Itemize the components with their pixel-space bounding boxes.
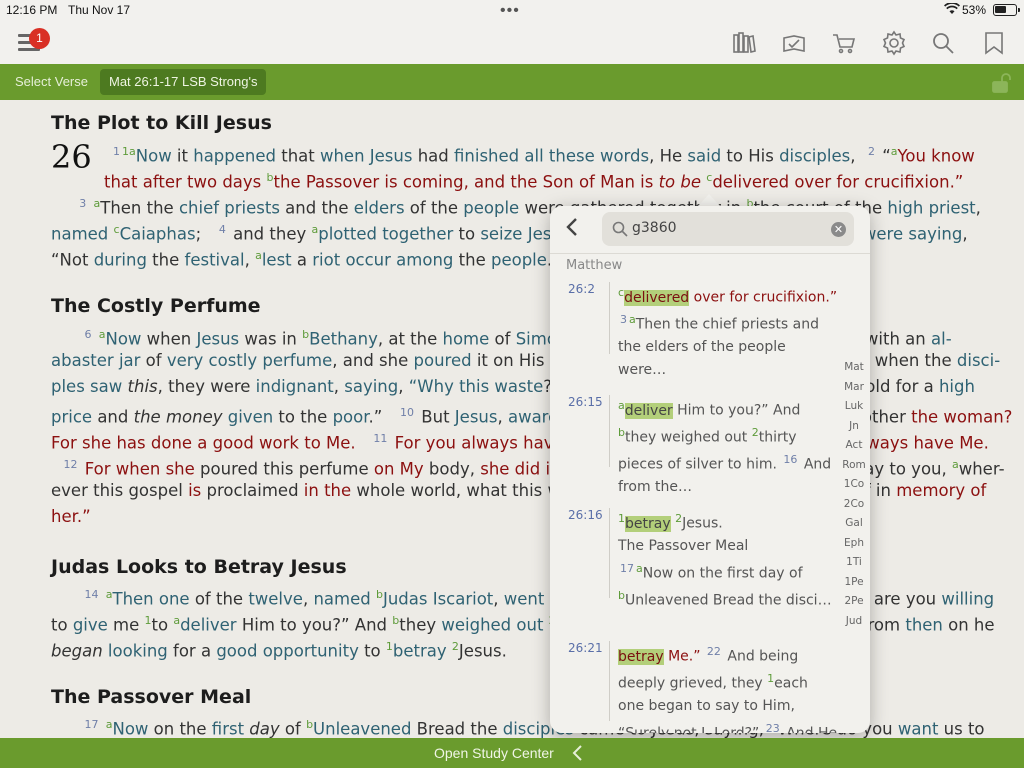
- reading-plan-icon[interactable]: [781, 30, 807, 56]
- chevron-left-icon[interactable]: [571, 743, 583, 763]
- back-icon[interactable]: [564, 216, 580, 238]
- index-item[interactable]: 2Co: [838, 495, 870, 515]
- index-item[interactable]: Jn: [838, 417, 870, 437]
- search-field[interactable]: g3860 ✕: [602, 212, 854, 246]
- section-heading: The Passover Meal: [51, 686, 252, 708]
- index-item[interactable]: Mat: [838, 358, 870, 378]
- section-heading: Judas Looks to Betray Jesus: [51, 556, 347, 578]
- section-heading: The Plot to Kill Jesus: [51, 112, 272, 134]
- search-popover: g3860 ✕ Matthew 26:2 cdelivered over for…: [550, 206, 870, 733]
- status-bar: 12:16 PM Thu Nov 17 ••• 53%: [0, 0, 1024, 22]
- result-text[interactable]: adeliver Him to you?” And bthey weighed …: [618, 395, 838, 499]
- result-text[interactable]: 1betray 2Jesus. The Passover Meal 17 aNow o…: [618, 508, 838, 612]
- notification-badge: 1: [29, 28, 50, 49]
- index-item[interactable]: 1Co: [838, 475, 870, 495]
- result-text[interactable]: betray Me.” 22 And being deeply grieved,…: [618, 641, 838, 733]
- index-item[interactable]: 1Pe: [838, 573, 870, 593]
- status-date: Thu Nov 17: [68, 3, 131, 17]
- select-verse-button[interactable]: Select Verse: [15, 74, 88, 89]
- search-icon[interactable]: [930, 30, 956, 56]
- result-book-label: Matthew: [566, 258, 623, 273]
- index-item[interactable]: Gal: [838, 514, 870, 534]
- wifi-icon: [943, 2, 961, 18]
- passage-reference[interactable]: Mat 26:1-17 LSB Strong's: [100, 69, 267, 95]
- section-heading: The Costly Perfume: [51, 295, 261, 317]
- lock-icon[interactable]: [990, 72, 1012, 94]
- result-reference[interactable]: 26:2: [568, 282, 595, 296]
- search-icon: [611, 220, 629, 238]
- result-reference[interactable]: 26:15: [568, 395, 603, 409]
- chapter-number: 26: [51, 138, 92, 176]
- status-time: 12:16 PM: [6, 3, 58, 17]
- battery-percent: 53%: [962, 3, 987, 17]
- clear-search-icon[interactable]: ✕: [831, 222, 846, 237]
- result-divider: [609, 508, 610, 598]
- result-divider: [609, 395, 610, 467]
- cart-icon[interactable]: [831, 30, 857, 56]
- library-icon[interactable]: [731, 30, 757, 56]
- result-divider: [609, 641, 610, 721]
- index-item[interactable]: Act: [838, 436, 870, 456]
- passage-bar: Select Verse Mat 26:1-17 LSB Strong's: [0, 64, 1024, 100]
- index-item[interactable]: Jud: [838, 612, 870, 632]
- battery-icon: [993, 4, 1020, 16]
- book-index[interactable]: Mat Mar Luk Jn Act Rom 1Co 2Co Gal Eph 1…: [838, 358, 870, 631]
- toolbar: 1: [0, 22, 1024, 64]
- result-text[interactable]: cdelivered over for crucifixion.” 3 aThen …: [618, 282, 838, 381]
- index-item[interactable]: Eph: [838, 534, 870, 554]
- index-item[interactable]: Rom: [838, 456, 870, 476]
- index-item[interactable]: Luk: [838, 397, 870, 417]
- result-reference[interactable]: 26:16: [568, 508, 603, 522]
- result-reference[interactable]: 26:21: [568, 641, 603, 655]
- result-divider: [609, 282, 610, 354]
- bible-text[interactable]: The Plot to Kill Jesus 26 1 1aNow it happ…: [0, 100, 1024, 738]
- gear-icon[interactable]: [881, 30, 907, 56]
- index-item[interactable]: 1Ti: [838, 553, 870, 573]
- study-center-bar[interactable]: Open Study Center: [0, 738, 1024, 768]
- search-query[interactable]: g3860: [632, 220, 677, 236]
- multitask-dots[interactable]: •••: [500, 2, 520, 20]
- index-item[interactable]: 2Pe: [838, 592, 870, 612]
- bookmark-icon[interactable]: [981, 30, 1007, 56]
- open-study-center-button[interactable]: Open Study Center: [434, 745, 554, 761]
- divider: [550, 253, 870, 254]
- index-item[interactable]: Mar: [838, 378, 870, 398]
